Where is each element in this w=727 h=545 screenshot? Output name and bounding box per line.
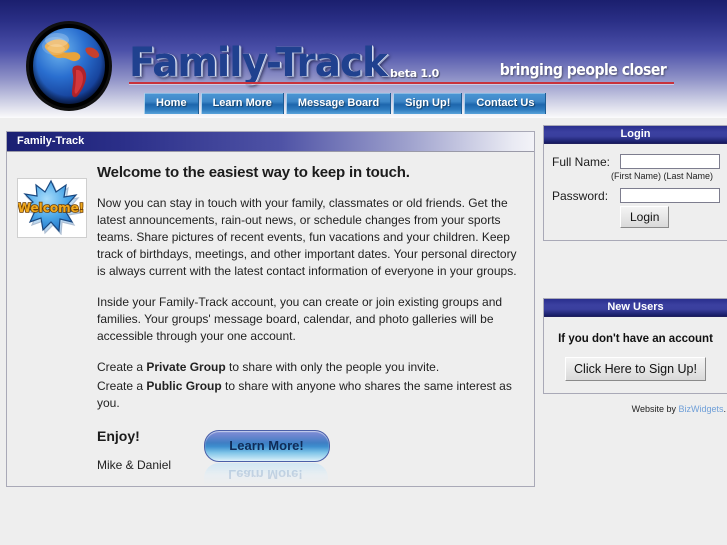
password-input[interactable] bbox=[620, 188, 720, 203]
globe-icon bbox=[23, 18, 115, 113]
credit-suffix: . bbox=[723, 404, 726, 414]
login-submit-button[interactable]: Login bbox=[620, 206, 670, 228]
beta-label: beta 1.0 bbox=[390, 67, 439, 80]
learn-more-reflection: Learn More! bbox=[203, 463, 328, 485]
login-button-row: Login bbox=[552, 206, 719, 228]
fullname-input[interactable] bbox=[620, 154, 720, 169]
public-group-line: Create a Public Group to share with anyo… bbox=[97, 378, 522, 412]
nav-item-message-board[interactable]: Message Board bbox=[285, 93, 392, 114]
panel-title: Family-Track bbox=[7, 132, 534, 152]
fullname-hint: (First Name) (Last Name) bbox=[610, 171, 713, 181]
paragraph-account: Inside your Family-Track account, you ca… bbox=[97, 295, 503, 343]
intro-text-block: Welcome to the easiest way to keep in to… bbox=[87, 162, 522, 472]
welcome-starburst-icon: Welcome! bbox=[17, 178, 87, 238]
bizwidgets-link[interactable]: BizWidgets bbox=[678, 404, 723, 414]
website-credit: Website by BizWidgets. bbox=[543, 404, 726, 414]
password-label: Password: bbox=[552, 188, 609, 203]
private-group-post: to share with only the people you invite… bbox=[225, 360, 440, 374]
new-users-panel: New Users If you don't have an account C… bbox=[543, 298, 727, 394]
page-headline: Welcome to the easiest way to keep in to… bbox=[97, 164, 410, 181]
nav-item-learn-more[interactable]: Learn More bbox=[200, 93, 284, 114]
intro-row: Welcome! Welcome to the easiest way to k… bbox=[17, 162, 522, 472]
paragraph-intro: Now you can stay in touch with your fami… bbox=[97, 196, 517, 278]
public-group-term: Public Group bbox=[146, 379, 222, 393]
sign-up-button[interactable]: Click Here to Sign Up! bbox=[565, 357, 706, 381]
private-group-pre: Create a bbox=[97, 360, 147, 374]
private-group-term: Private Group bbox=[146, 360, 226, 374]
public-group-pre: Create a bbox=[97, 379, 147, 393]
new-users-panel-title: New Users bbox=[544, 299, 727, 317]
site-logo-text: Family-Track bbox=[129, 40, 388, 86]
private-group-line: Create a Private Group to share with onl… bbox=[97, 359, 522, 376]
site-tagline: bringing people closer bbox=[499, 60, 666, 79]
nav-item-sign-up[interactable]: Sign Up! bbox=[393, 93, 463, 114]
learn-more-button[interactable]: Learn More! bbox=[203, 430, 330, 462]
main-navigation: Home Learn More Message Board Sign Up! C… bbox=[144, 93, 547, 114]
header-inner: Family-Track beta 1.0 bringing people cl… bbox=[5, 5, 722, 118]
login-panel-body: Full Name: (First Name) (Last Name) Pass… bbox=[544, 144, 727, 240]
new-users-message: If you don't have an account bbox=[558, 333, 713, 345]
nav-item-contact-us[interactable]: Contact Us bbox=[464, 93, 547, 114]
login-panel-title: Login bbox=[544, 126, 727, 144]
fullname-label: Full Name: bbox=[552, 154, 611, 169]
fullname-field-row: Full Name: bbox=[552, 154, 720, 169]
learn-more-zone: Learn More! Learn More! bbox=[0, 430, 533, 485]
learn-more-holder: Learn More! Learn More! bbox=[203, 430, 330, 485]
credit-prefix: Website by bbox=[631, 404, 679, 414]
new-users-button-wrap: Click Here to Sign Up! bbox=[552, 357, 719, 381]
login-panel: Login Full Name: (First Name) (Last Name… bbox=[543, 125, 727, 241]
svg-text:Welcome!: Welcome! bbox=[18, 201, 84, 215]
nav-item-home[interactable]: Home bbox=[144, 93, 199, 114]
logo-rule-divider bbox=[129, 82, 674, 84]
site-header: Family-Track beta 1.0 bringing people cl… bbox=[0, 0, 727, 118]
new-users-panel-body: If you don't have an account Click Here … bbox=[544, 317, 727, 393]
password-field-row: Password: bbox=[552, 188, 720, 203]
